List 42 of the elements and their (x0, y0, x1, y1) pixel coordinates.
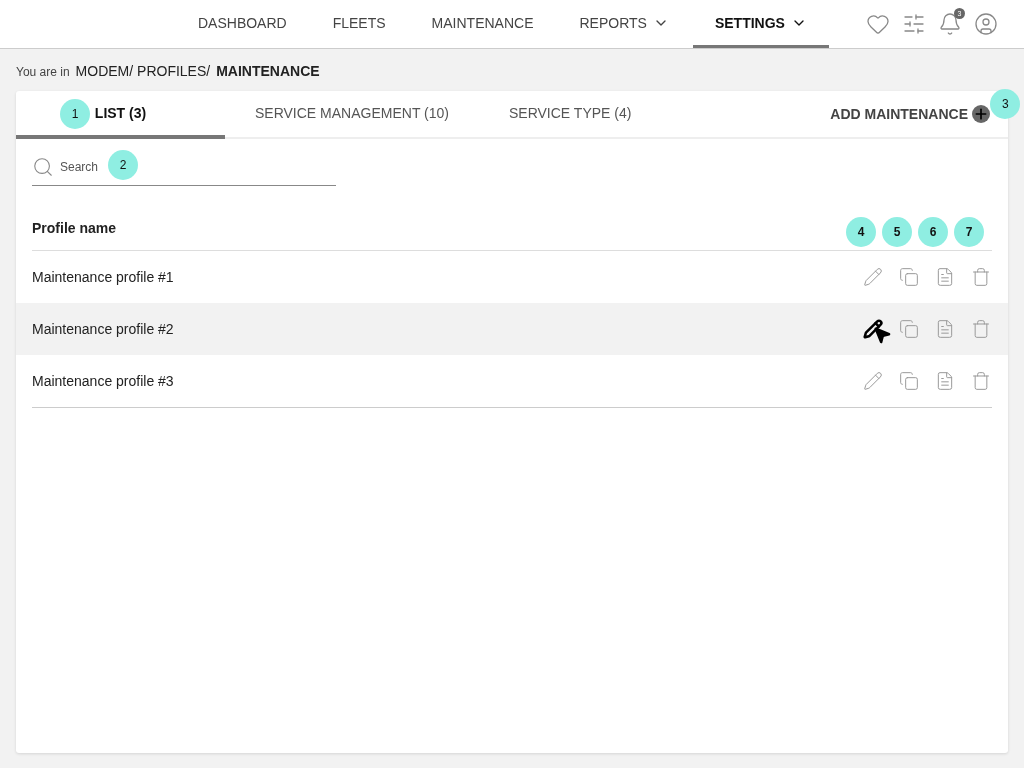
nav-tab[interactable]: MAINTENANCE (409, 0, 556, 48)
bell-icon[interactable] (938, 12, 962, 36)
callout-marker: 6 (918, 217, 948, 247)
user-icon[interactable] (974, 12, 998, 36)
copy-icon[interactable] (899, 319, 919, 339)
table-row[interactable]: Maintenance profile #2 (16, 303, 1008, 355)
tab[interactable]: SERVICE TYPE (4) (479, 91, 662, 139)
trash-icon[interactable] (971, 370, 991, 391)
trash-icon[interactable] (971, 319, 991, 339)
pencil-icon[interactable] (863, 319, 883, 339)
heart-icon[interactable] (866, 12, 890, 36)
breadcrumb-link[interactable]: MODEM/ PROFILES/ (75, 63, 211, 79)
document-icon[interactable] (935, 319, 955, 339)
trash-icon[interactable] (971, 267, 991, 287)
callout-marker: 1 (60, 99, 90, 129)
callout-marker: 4 (846, 217, 876, 247)
breadcrumb-prefix: You are in (16, 65, 70, 79)
table-cell: Maintenance profile #1 (32, 269, 174, 285)
callout-marker: 2 (108, 150, 138, 180)
column-header: Profile name (32, 220, 117, 236)
cursor-icon (872, 325, 892, 345)
nav-tab[interactable]: DASHBOARD (176, 0, 309, 48)
table-row[interactable]: Maintenance profile #3 (16, 355, 1008, 407)
search-icon (32, 156, 54, 178)
breadcrumb-current: MAINTENANCE (216, 63, 320, 79)
copy-icon[interactable] (899, 370, 919, 391)
document-icon[interactable] (935, 267, 955, 287)
sliders-icon[interactable] (902, 12, 926, 36)
nav-tab[interactable]: REPORTS (557, 0, 691, 48)
copy-icon[interactable] (899, 267, 919, 287)
nav-tab[interactable]: FLEETS (310, 0, 408, 48)
table-row[interactable]: Maintenance profile #1 (16, 251, 1008, 303)
table-cell: Maintenance profile #2 (32, 321, 174, 337)
add-maintenance-button[interactable]: ADD MAINTENANCE (830, 91, 990, 137)
document-icon[interactable] (935, 370, 955, 391)
nav-tab[interactable]: SETTINGS (692, 0, 829, 48)
callout-marker: 3 (990, 89, 1021, 119)
callout-marker: 7 (954, 217, 984, 247)
plus-icon (972, 105, 990, 123)
table-cell: Maintenance profile #3 (32, 372, 174, 389)
tab[interactable]: SERVICE MANAGEMENT (10) (225, 91, 479, 139)
callout-marker: 5 (882, 217, 912, 247)
